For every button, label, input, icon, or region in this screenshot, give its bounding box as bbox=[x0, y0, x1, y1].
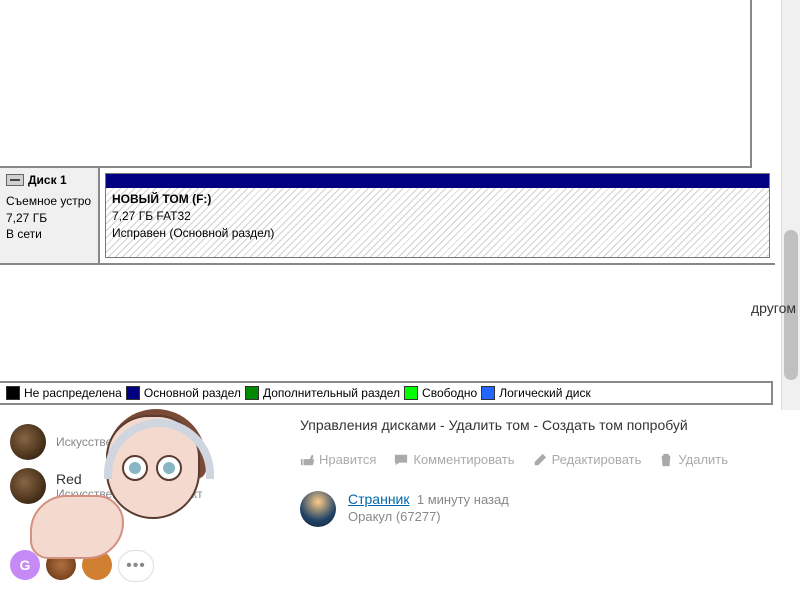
thumbs-up-icon bbox=[300, 453, 314, 467]
legend-label: Свободно bbox=[422, 386, 477, 400]
disk-icon bbox=[6, 174, 24, 186]
edit-button[interactable]: Редактировать bbox=[533, 452, 642, 467]
legend-logical: Логический диск bbox=[481, 386, 591, 400]
comment-icon bbox=[394, 453, 408, 467]
avatar bbox=[10, 424, 46, 460]
answer-actions: Нравится Комментировать Редактировать Уд… bbox=[300, 452, 780, 467]
comment-rank: Оракул (67277) bbox=[348, 509, 509, 524]
action-label: Редактировать bbox=[552, 452, 642, 467]
user-chip[interactable] bbox=[46, 550, 76, 580]
answers-area: Искусственный Интеллект Red Искусственны… bbox=[0, 410, 800, 600]
disk-management-window: Диск 1 Съемное устро 7,27 ГБ В сети НОВЫ… bbox=[0, 0, 775, 405]
disk-name: Диск 1 bbox=[28, 172, 67, 189]
comment-button[interactable]: Комментировать bbox=[394, 452, 514, 467]
answer-text: Управления дисками - Удалить том - Созда… bbox=[300, 415, 780, 436]
sidebar-users: Искусственный Интеллект Red Искусственны… bbox=[0, 420, 270, 508]
user-chip[interactable]: G bbox=[10, 550, 40, 580]
comment-user-link[interactable]: Странник bbox=[348, 491, 410, 507]
volume-box[interactable]: НОВЫЙ ТОМ (F:) 7,27 ГБ FAT32 Исправен (О… bbox=[105, 173, 770, 258]
like-button[interactable]: Нравится bbox=[300, 452, 376, 467]
volume-status: Исправен (Основной раздел) bbox=[112, 225, 763, 242]
disk-label-panel[interactable]: Диск 1 Съемное устро 7,27 ГБ В сети bbox=[0, 168, 100, 263]
volume-list-pane bbox=[0, 0, 752, 168]
comment-time: 1 минуту назад bbox=[417, 492, 509, 507]
volume-type-bar bbox=[106, 174, 769, 188]
volume-container: НОВЫЙ ТОМ (F:) 7,27 ГБ FAT32 Исправен (О… bbox=[100, 168, 775, 263]
delete-button[interactable]: Удалить bbox=[659, 452, 728, 467]
trash-icon bbox=[659, 453, 673, 467]
user-subtitle: Искусственный Интеллект bbox=[56, 435, 203, 449]
disk-type: Съемное устро bbox=[6, 193, 94, 210]
swatch-blue bbox=[481, 386, 495, 400]
legend-extended: Дополнительный раздел bbox=[245, 386, 400, 400]
legend-label: Не распределена bbox=[24, 386, 122, 400]
volume-fs: 7,27 ГБ FAT32 bbox=[112, 208, 763, 225]
legend-unallocated: Не распределена bbox=[6, 386, 122, 400]
disk-row: Диск 1 Съемное устро 7,27 ГБ В сети НОВЫ… bbox=[0, 168, 775, 265]
user-subtitle: Искусственный Интеллект bbox=[56, 487, 203, 501]
volume-name: НОВЫЙ ТОМ (F:) bbox=[112, 191, 763, 208]
user-name: Red bbox=[56, 471, 203, 487]
pencil-icon bbox=[533, 453, 547, 467]
disk-state: В сети bbox=[6, 226, 94, 243]
avatar bbox=[10, 468, 46, 504]
swatch-green bbox=[245, 386, 259, 400]
comment-avatar[interactable] bbox=[300, 491, 336, 527]
action-label: Комментировать bbox=[413, 452, 514, 467]
legend-label: Логический диск bbox=[499, 386, 591, 400]
truncated-text-fragment: другом bbox=[751, 300, 796, 316]
swatch-black bbox=[6, 386, 20, 400]
answer-block: Управления дисками - Удалить том - Созда… bbox=[300, 415, 780, 527]
legend-bar: Не распределена Основной раздел Дополнит… bbox=[0, 381, 773, 405]
legend-free: Свободно bbox=[404, 386, 477, 400]
legend-primary: Основной раздел bbox=[126, 386, 241, 400]
sidebar-user-row[interactable]: Искусственный Интеллект bbox=[0, 420, 270, 464]
disk-size: 7,27 ГБ bbox=[6, 210, 94, 227]
swatch-navy bbox=[126, 386, 140, 400]
action-label: Удалить bbox=[678, 452, 728, 467]
more-users-button[interactable]: ••• bbox=[118, 550, 154, 582]
volume-body: НОВЫЙ ТОМ (F:) 7,27 ГБ FAT32 Исправен (О… bbox=[106, 188, 769, 257]
sidebar-user-row[interactable]: Red Искусственный Интеллект bbox=[0, 464, 270, 508]
user-chip[interactable] bbox=[82, 550, 112, 580]
comment-block: Странник 1 минуту назад Оракул (67277) bbox=[300, 491, 780, 527]
legend-label: Дополнительный раздел bbox=[263, 386, 400, 400]
swatch-lime bbox=[404, 386, 418, 400]
user-chip-row: G ••• bbox=[10, 550, 154, 582]
action-label: Нравится bbox=[319, 452, 376, 467]
legend-label: Основной раздел bbox=[144, 386, 241, 400]
